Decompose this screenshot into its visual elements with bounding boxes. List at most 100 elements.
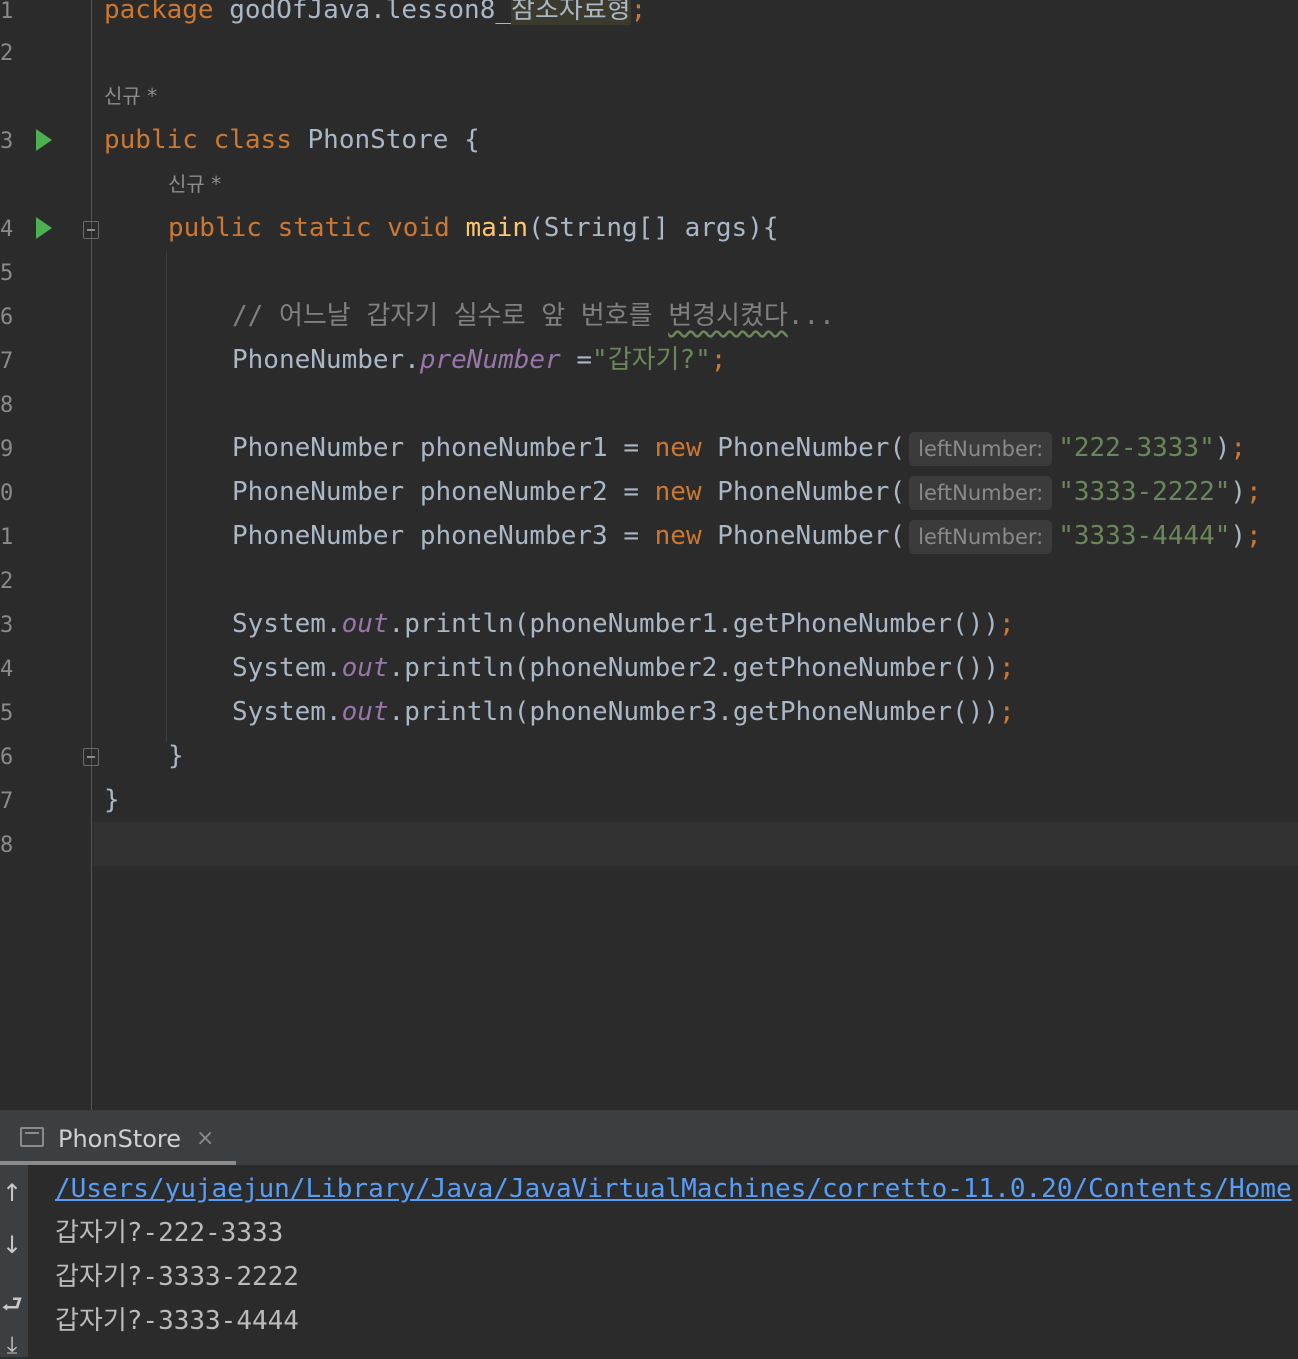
semicolon: ; — [1246, 521, 1262, 551]
static-field: preNumber — [419, 345, 561, 375]
operator: = — [607, 477, 655, 507]
active-tab-indicator — [0, 1161, 236, 1165]
string-literal: "3333-4444" — [1058, 521, 1231, 551]
type: PhoneNumber — [232, 477, 420, 507]
keyword: public — [104, 125, 198, 155]
code-line-declaration: PhoneNumber phoneNumber2 = new PhoneNumb… — [232, 470, 1262, 514]
keyword: new — [654, 521, 702, 551]
package-highlight: 참조자료형 — [511, 0, 631, 25]
class-ref: System. — [232, 609, 342, 639]
semicolon: ; — [710, 345, 727, 375]
line-number: 7 — [0, 349, 14, 374]
run-tab-label: PhonStore — [58, 1125, 182, 1153]
current-line-highlight — [93, 822, 1298, 866]
down-arrow-icon[interactable]: ↓ — [0, 1231, 24, 1259]
run-class-icon[interactable] — [36, 129, 52, 151]
code-line-print: System.out.println(phoneNumber2.getPhone… — [232, 646, 1015, 690]
method-call: .println(phoneNumber1.getPhoneNumber()) — [388, 609, 1000, 639]
line-number: 6 — [0, 745, 14, 770]
parameter-hint: leftNumber: — [909, 431, 1053, 466]
line-number: 5 — [0, 261, 14, 286]
fold-icon[interactable] — [83, 221, 99, 239]
class-name: PhonStore — [307, 125, 449, 155]
semicolon: ; — [999, 609, 1015, 639]
closing-brace: } — [104, 785, 120, 815]
run-tab[interactable]: PhonStore × — [0, 1111, 236, 1165]
closing-brace: } — [168, 741, 184, 771]
brace: { — [464, 125, 480, 155]
static-field: out — [341, 653, 389, 683]
parameter-hint: leftNumber: — [909, 475, 1053, 510]
code-line-assign: PhoneNumber.preNumber ="갑자기?"; — [232, 338, 726, 382]
class-ref: PhoneNumber. — [232, 345, 420, 375]
console-output-line: 갑자기?-3333-4444 — [55, 1306, 299, 1336]
string-literal: "갑자기?" — [592, 345, 711, 375]
variable: phoneNumber3 — [419, 521, 608, 551]
string-literal: "3333-2222" — [1058, 477, 1231, 507]
paren: ) — [1214, 433, 1231, 463]
keyword: class — [213, 125, 292, 155]
code-line-print: System.out.println(phoneNumber1.getPhone… — [232, 602, 1015, 646]
semicolon: ; — [999, 697, 1015, 727]
method-call: .println(phoneNumber3.getPhoneNumber()) — [388, 697, 1000, 727]
code-lens-author[interactable]: 신규 * — [104, 74, 157, 118]
code-line-declaration: PhoneNumber phoneNumber1 = new PhoneNumb… — [232, 426, 1246, 470]
code-line-print: System.out.println(phoneNumber3.getPhone… — [232, 690, 1015, 734]
code-lens-author[interactable]: 신규 * — [168, 162, 221, 206]
line-number: 3 — [0, 129, 14, 154]
keyword: package — [104, 0, 214, 25]
line-number: 3 — [0, 613, 14, 638]
fold-icon[interactable] — [83, 748, 99, 766]
line-number: 1 — [0, 0, 14, 24]
run-main-icon[interactable] — [36, 217, 52, 239]
variable: phoneNumber2 — [419, 477, 608, 507]
line-number: 0 — [0, 481, 14, 506]
close-icon[interactable]: × — [196, 1111, 214, 1167]
keyword: static — [277, 213, 372, 243]
paren: ) — [1230, 521, 1247, 551]
comment: ... — [787, 301, 835, 331]
keyword: public — [168, 213, 262, 243]
run-tab-bar: PhonStore × — [0, 1111, 1298, 1165]
type: PhoneNumber — [232, 521, 420, 551]
params: (String[] args){ — [528, 213, 779, 243]
line-number: 2 — [0, 569, 14, 594]
semicolon: ; — [1246, 477, 1262, 507]
method-name: main — [465, 213, 529, 243]
keyword: void — [387, 213, 450, 243]
class-ref: System. — [232, 697, 342, 727]
variable: phoneNumber1 — [419, 433, 608, 463]
up-arrow-icon[interactable]: ↑ — [0, 1179, 24, 1207]
indent-guide — [166, 252, 167, 742]
typo-warning[interactable]: 변경시켰다 — [668, 301, 788, 331]
keyword: new — [654, 433, 702, 463]
operator: = — [560, 345, 593, 375]
comment: // 어느날 갑자기 실수로 앞 번호를 — [232, 301, 669, 331]
operator: = — [607, 433, 655, 463]
keyword: new — [654, 477, 702, 507]
line-number: 4 — [0, 217, 14, 242]
code-editor[interactable]: 1 2 3 4 5 6 7 8 9 0 1 2 3 4 5 6 7 8 pack… — [0, 0, 1298, 1110]
constructor-call: PhoneNumber( — [701, 521, 906, 551]
line-number: 8 — [0, 833, 14, 858]
semicolon: ; — [630, 0, 647, 25]
line-number: 5 — [0, 701, 14, 726]
method-call: .println(phoneNumber2.getPhoneNumber()) — [388, 653, 1000, 683]
line-number: 2 — [0, 41, 14, 66]
type: PhoneNumber — [232, 433, 420, 463]
line-number: 9 — [0, 437, 14, 462]
soft-wrap-icon[interactable]: ⮐ — [0, 1287, 24, 1328]
code-line-class: public class PhonStore { — [104, 118, 480, 162]
line-number: 8 — [0, 393, 14, 418]
jvm-path-link[interactable]: /Users/yujaejun/Library/Java/JavaVirtual… — [55, 1167, 1292, 1211]
gutter-separator — [91, 0, 92, 1110]
line-number: 4 — [0, 657, 14, 682]
semicolon: ; — [999, 653, 1015, 683]
semicolon: ; — [1230, 433, 1247, 463]
string-literal: "222-3333" — [1058, 433, 1215, 463]
scroll-to-end-icon[interactable]: ⤓ — [0, 1331, 24, 1359]
operator: = — [607, 521, 655, 551]
parameter-hint: leftNumber: — [909, 519, 1053, 554]
console-icon — [20, 1127, 44, 1147]
code-line-package: package godOfJava.lesson8_참조자료형; — [104, 0, 646, 32]
